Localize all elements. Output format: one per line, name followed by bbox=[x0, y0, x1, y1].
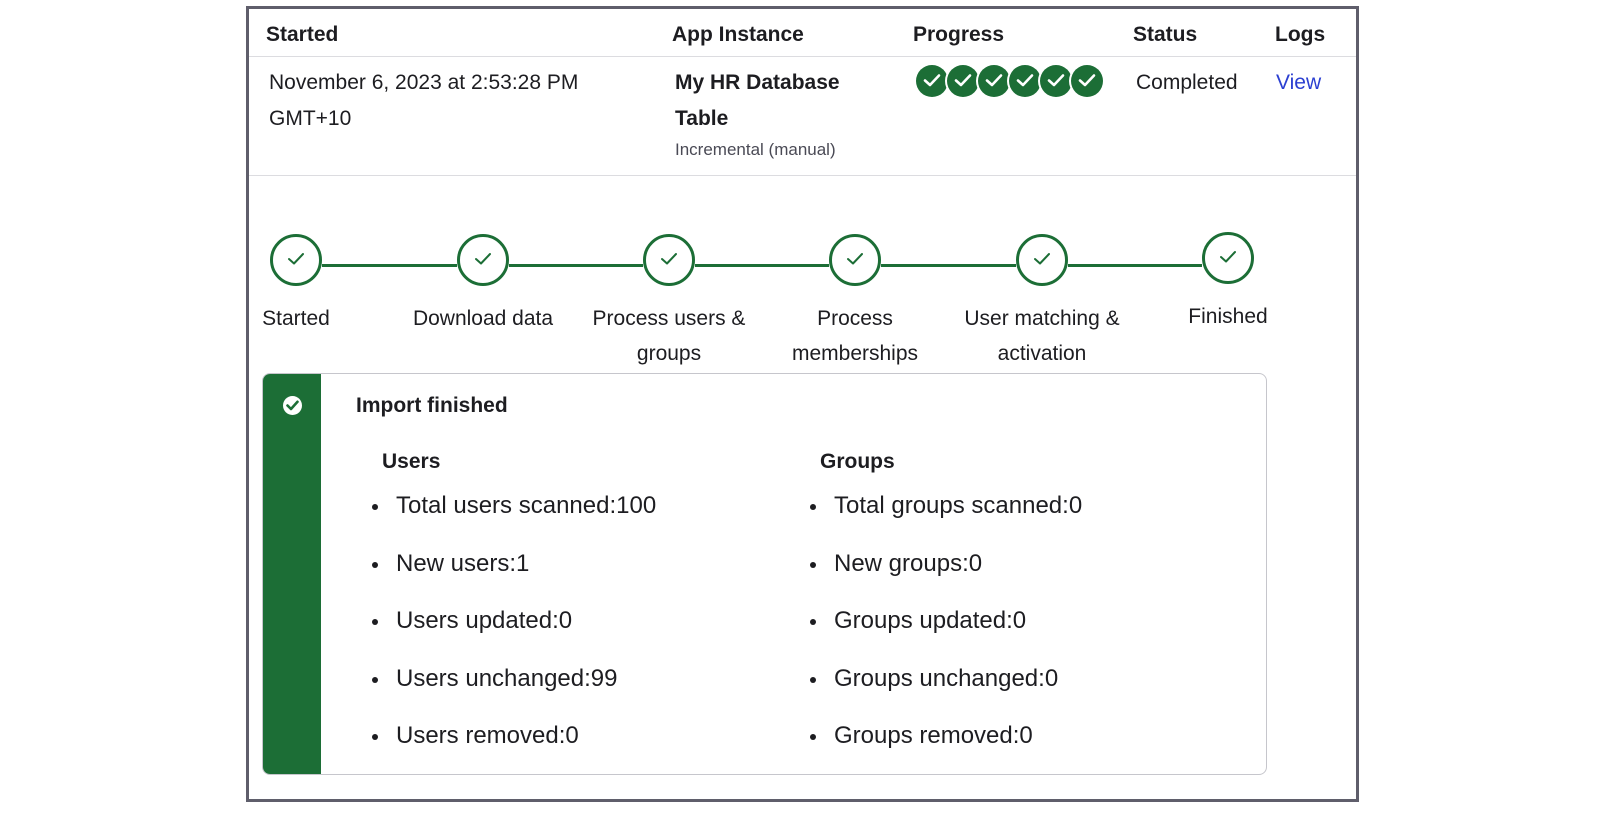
step-connector bbox=[881, 264, 1016, 267]
check-icon bbox=[288, 253, 304, 265]
users-heading: Users bbox=[382, 450, 441, 473]
list-item: Users removed:0 bbox=[372, 720, 656, 774]
step-check-circle bbox=[1202, 232, 1254, 284]
list-item: Groups removed:0 bbox=[810, 720, 1082, 774]
import-stepper: Started Download data Process users & grou… bbox=[249, 229, 1359, 379]
step-check-circle bbox=[643, 234, 695, 286]
check-circle-icon bbox=[1009, 65, 1041, 97]
list-item: New users:1 bbox=[372, 548, 656, 606]
step-label: Process users & groups bbox=[592, 307, 746, 365]
users-stats-list: Total users scanned:100 New users:1 User… bbox=[372, 490, 656, 774]
check-icon bbox=[475, 253, 491, 265]
check-circle-icon bbox=[947, 65, 979, 97]
step-check-circle bbox=[270, 234, 322, 286]
check-icon bbox=[1034, 253, 1050, 265]
list-item: Total groups scanned:0 bbox=[810, 490, 1082, 548]
list-item: Groups updated:0 bbox=[810, 605, 1082, 663]
list-item: Users updated:0 bbox=[372, 605, 656, 663]
column-header-app-instance[interactable]: App Instance bbox=[672, 23, 804, 47]
check-circle-icon bbox=[283, 396, 302, 415]
step-connector bbox=[322, 264, 457, 267]
step-label: Download data bbox=[412, 307, 554, 330]
row-divider bbox=[249, 175, 1356, 176]
check-icon bbox=[1220, 251, 1236, 263]
step-connector bbox=[695, 264, 829, 267]
check-circle-icon bbox=[916, 65, 948, 97]
header-divider bbox=[249, 56, 1356, 57]
check-circle-icon bbox=[1071, 65, 1103, 97]
step-connector bbox=[509, 264, 643, 267]
import-type-label: Incremental (manual) bbox=[675, 140, 836, 159]
step-label: Finished bbox=[1188, 305, 1268, 328]
list-item: Users unchanged:99 bbox=[372, 663, 656, 721]
step-connector bbox=[1068, 264, 1202, 267]
column-header-started[interactable]: Started bbox=[266, 23, 338, 47]
check-circle-icon bbox=[978, 65, 1010, 97]
import-history-panel: Started App Instance Progress Status Log… bbox=[246, 6, 1359, 802]
column-header-logs[interactable]: Logs bbox=[1275, 23, 1325, 47]
step-check-circle bbox=[829, 234, 881, 286]
step-label: Process memberships bbox=[791, 307, 919, 365]
list-item: New groups:0 bbox=[810, 548, 1082, 606]
step-label: Started bbox=[262, 307, 330, 330]
check-icon bbox=[847, 253, 863, 265]
column-header-status[interactable]: Status bbox=[1133, 23, 1197, 47]
check-circle-icon bbox=[1040, 65, 1072, 97]
groups-heading: Groups bbox=[820, 450, 895, 473]
started-timestamp: November 6, 2023 at 2:53:28 PM GMT+10 bbox=[269, 71, 579, 130]
result-title: Import finished bbox=[356, 394, 508, 417]
step-check-circle bbox=[457, 234, 509, 286]
column-header-progress[interactable]: Progress bbox=[913, 23, 1004, 47]
success-bar bbox=[263, 374, 321, 774]
status-text: Completed bbox=[1136, 71, 1238, 94]
list-item: Groups unchanged:0 bbox=[810, 663, 1082, 721]
app-instance-name: My HR Database Table bbox=[675, 71, 840, 130]
list-item: Total users scanned:100 bbox=[372, 490, 656, 548]
step-label: User matching & activation bbox=[964, 307, 1120, 365]
check-icon bbox=[661, 253, 677, 265]
import-result-card: Import finished Users Total users scanne… bbox=[262, 373, 1267, 775]
view-logs-link[interactable]: View bbox=[1276, 65, 1321, 101]
groups-stats-list: Total groups scanned:0 New groups:0 Grou… bbox=[810, 490, 1082, 774]
step-check-circle bbox=[1016, 234, 1068, 286]
